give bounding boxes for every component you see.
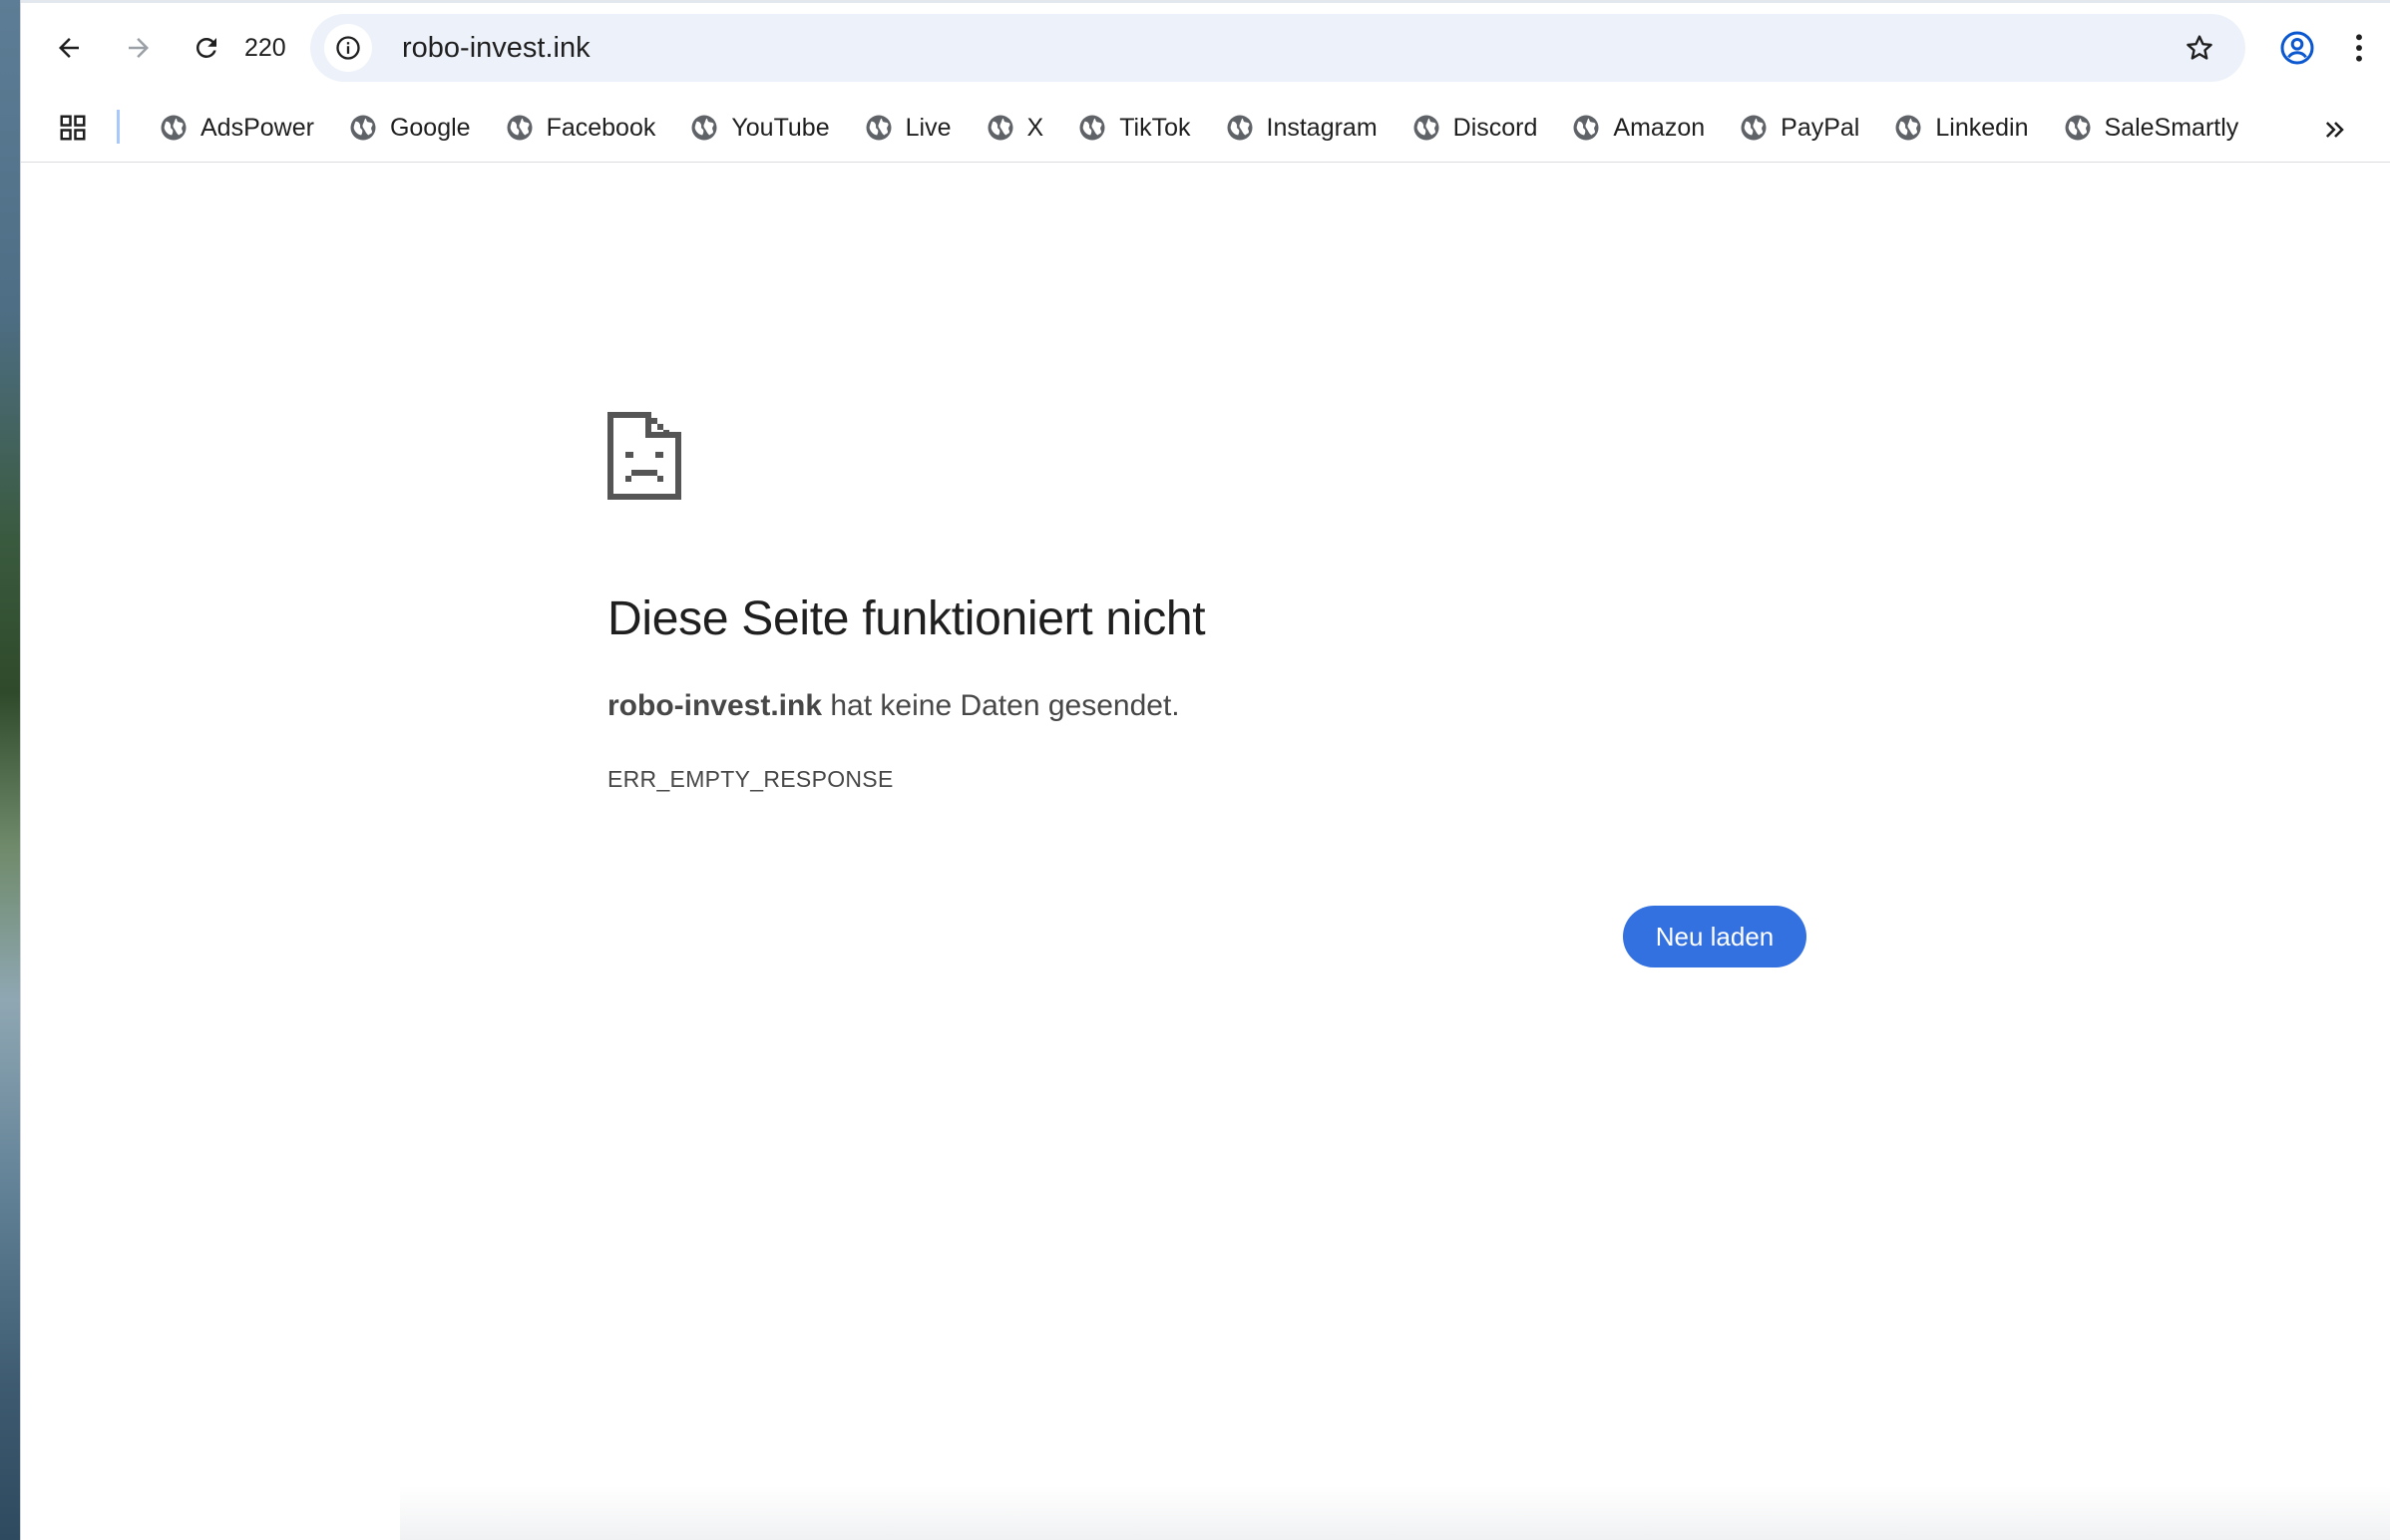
bookmark-google[interactable]: Google [336, 106, 483, 150]
globe-icon [1225, 113, 1255, 143]
reload-button[interactable] [181, 22, 232, 74]
bookmark-paypal[interactable]: PayPal [1727, 106, 1871, 150]
arrow-left-icon [59, 38, 79, 58]
site-info-button[interactable] [324, 24, 372, 72]
bookmark-salesmartly[interactable]: SaleSmartly [2051, 106, 2251, 150]
globe-icon [348, 113, 378, 143]
bookmark-label: Amazon [1613, 113, 1706, 142]
globe-icon [1739, 113, 1769, 143]
globe-icon [1893, 113, 1923, 143]
bookmark-label: SaleSmartly [2104, 113, 2239, 142]
bookmark-youtube[interactable]: YouTube [677, 106, 841, 150]
bookmark-label: PayPal [1781, 113, 1860, 142]
profile-button[interactable] [2273, 24, 2321, 72]
globe-icon [2063, 113, 2093, 143]
globe-icon [1411, 113, 1441, 143]
bookmark-amazon[interactable]: Amazon [1559, 106, 1717, 150]
bookmark-label: Google [389, 113, 471, 142]
more-vert-icon [2356, 34, 2362, 62]
bookmark-star-button[interactable] [2182, 30, 2217, 66]
bookmark-label: Live [905, 113, 952, 142]
more-bookmarks-button[interactable] [2315, 110, 2355, 150]
error-title: Diese Seite funktioniert nicht [607, 592, 1206, 645]
globe-icon [1077, 113, 1107, 143]
globe-icon [986, 113, 1015, 143]
forward-button[interactable] [113, 22, 165, 74]
reload-counter: 220 [244, 34, 286, 62]
bookmark-label: Linkedin [1935, 113, 2029, 142]
desktop-wallpaper [0, 0, 20, 1540]
globe-icon [864, 113, 894, 143]
browser-menu-button[interactable] [2339, 24, 2379, 72]
tab-strip-edge [21, 0, 2390, 3]
error-code: ERR_EMPTY_RESPONSE [607, 766, 894, 792]
star-icon [2187, 35, 2212, 60]
bookmark-label: AdsPower [200, 113, 314, 142]
url-text[interactable]: robo-invest.ink [402, 30, 591, 66]
arrow-right-icon [129, 38, 149, 58]
bookmark-label: X [1026, 113, 1044, 142]
info-icon [336, 36, 360, 60]
reload-page-button[interactable]: Neu laden [1623, 906, 1806, 967]
apps-grid-icon [60, 115, 86, 141]
bookmarks-list: AdsPower Google Facebook YouTube Live X … [147, 106, 2260, 150]
bookmark-label: Facebook [546, 113, 656, 142]
sad-document-icon [607, 412, 681, 500]
bookmark-live[interactable]: Live [852, 106, 964, 150]
bookmark-tiktok[interactable]: TikTok [1065, 106, 1202, 150]
bookmark-label: YouTube [731, 113, 830, 142]
bookmark-adspower[interactable]: AdsPower [147, 106, 326, 150]
reload-icon [196, 37, 216, 58]
error-page: Diese Seite funktioniert nicht robo-inve… [21, 163, 2390, 1540]
bookmark-facebook[interactable]: Facebook [493, 106, 668, 150]
bookmark-linkedin[interactable]: Linkedin [1881, 106, 2040, 150]
globe-icon [689, 113, 719, 143]
double-chevron-right-icon [2325, 122, 2344, 138]
bookmark-label: Discord [1452, 113, 1538, 142]
bookmark-x[interactable]: X [974, 106, 1056, 150]
globe-icon [159, 113, 189, 143]
apps-button[interactable] [53, 108, 93, 148]
error-message: hat keine Daten gesendet. [822, 689, 1180, 722]
bookmarks-bar: AdsPower Google Facebook YouTube Live X … [21, 96, 2390, 163]
bookmark-label: TikTok [1119, 113, 1191, 142]
bookmark-discord[interactable]: Discord [1399, 106, 1550, 150]
bookmark-label: Instagram [1266, 113, 1378, 142]
browser-toolbar: 220 robo-invest.ink [21, 0, 2390, 96]
globe-icon [1571, 113, 1601, 143]
account-icon [2280, 31, 2314, 65]
back-button[interactable] [43, 22, 95, 74]
bookmark-instagram[interactable]: Instagram [1213, 106, 1390, 150]
browser-window: 220 robo-invest.ink AdsPower Google Face… [20, 0, 2390, 1540]
bookmarks-divider [117, 110, 120, 144]
screen: 220 robo-invest.ink AdsPower Google Face… [0, 0, 2390, 1540]
address-bar[interactable]: robo-invest.ink [310, 14, 2245, 82]
globe-icon [505, 113, 535, 143]
error-description: robo-invest.ink hat keine Daten gesendet… [607, 689, 1180, 723]
window-bottom-shadow [400, 1486, 2390, 1540]
error-host: robo-invest.ink [607, 689, 823, 722]
